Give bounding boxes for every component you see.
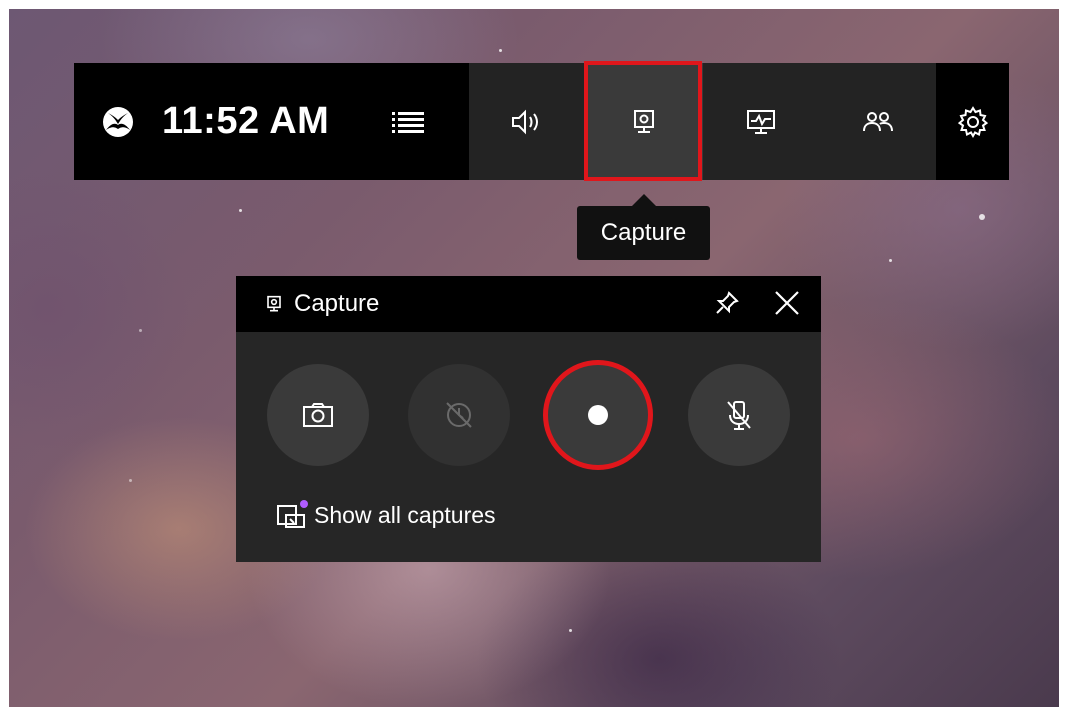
widget-menu-button[interactable] xyxy=(347,63,469,180)
record-last-30s-button[interactable] xyxy=(408,364,510,466)
gallery-icon xyxy=(276,499,308,529)
pin-button[interactable] xyxy=(714,290,740,321)
record-highlight-ring xyxy=(543,360,653,470)
speaker-icon xyxy=(512,109,539,134)
notification-dot xyxy=(300,499,308,508)
widget-menu-icon xyxy=(392,111,424,133)
screenshot-camera-icon xyxy=(303,403,333,427)
audio-widget-button[interactable] xyxy=(469,63,586,180)
game-bar: 11:52 AM xyxy=(74,61,1009,181)
widget-buttons xyxy=(469,61,936,181)
close-icon xyxy=(775,291,799,315)
performance-widget-button[interactable] xyxy=(703,63,820,180)
gear-icon xyxy=(957,105,988,138)
microphone-muted-icon xyxy=(727,401,751,430)
people-icon xyxy=(862,111,893,131)
capture-tooltip: Capture xyxy=(577,194,710,260)
xbox-button[interactable] xyxy=(74,63,162,180)
pin-icon xyxy=(716,291,739,314)
settings-button[interactable] xyxy=(936,63,1009,180)
social-widget-button[interactable] xyxy=(819,63,936,180)
capture-panel-title: Capture xyxy=(294,290,380,317)
show-all-captures-link[interactable]: Show all captures xyxy=(276,499,496,529)
performance-monitor-icon xyxy=(746,109,775,134)
close-button[interactable] xyxy=(773,289,801,322)
capture-panel-header: Capture xyxy=(236,276,821,332)
xbox-logo-icon xyxy=(103,106,133,137)
capture-icon xyxy=(634,109,655,133)
microphone-toggle-button[interactable] xyxy=(688,364,790,466)
clock-time: 11:52 AM xyxy=(162,100,330,142)
capture-icon xyxy=(266,295,282,313)
capture-panel: Capture Show all captures xyxy=(236,276,821,562)
screenshot-button[interactable] xyxy=(267,364,369,466)
record-last-30s-icon xyxy=(446,402,472,428)
show-all-captures-label: Show all captures xyxy=(314,502,496,528)
capture-widget-button[interactable] xyxy=(583,61,703,181)
